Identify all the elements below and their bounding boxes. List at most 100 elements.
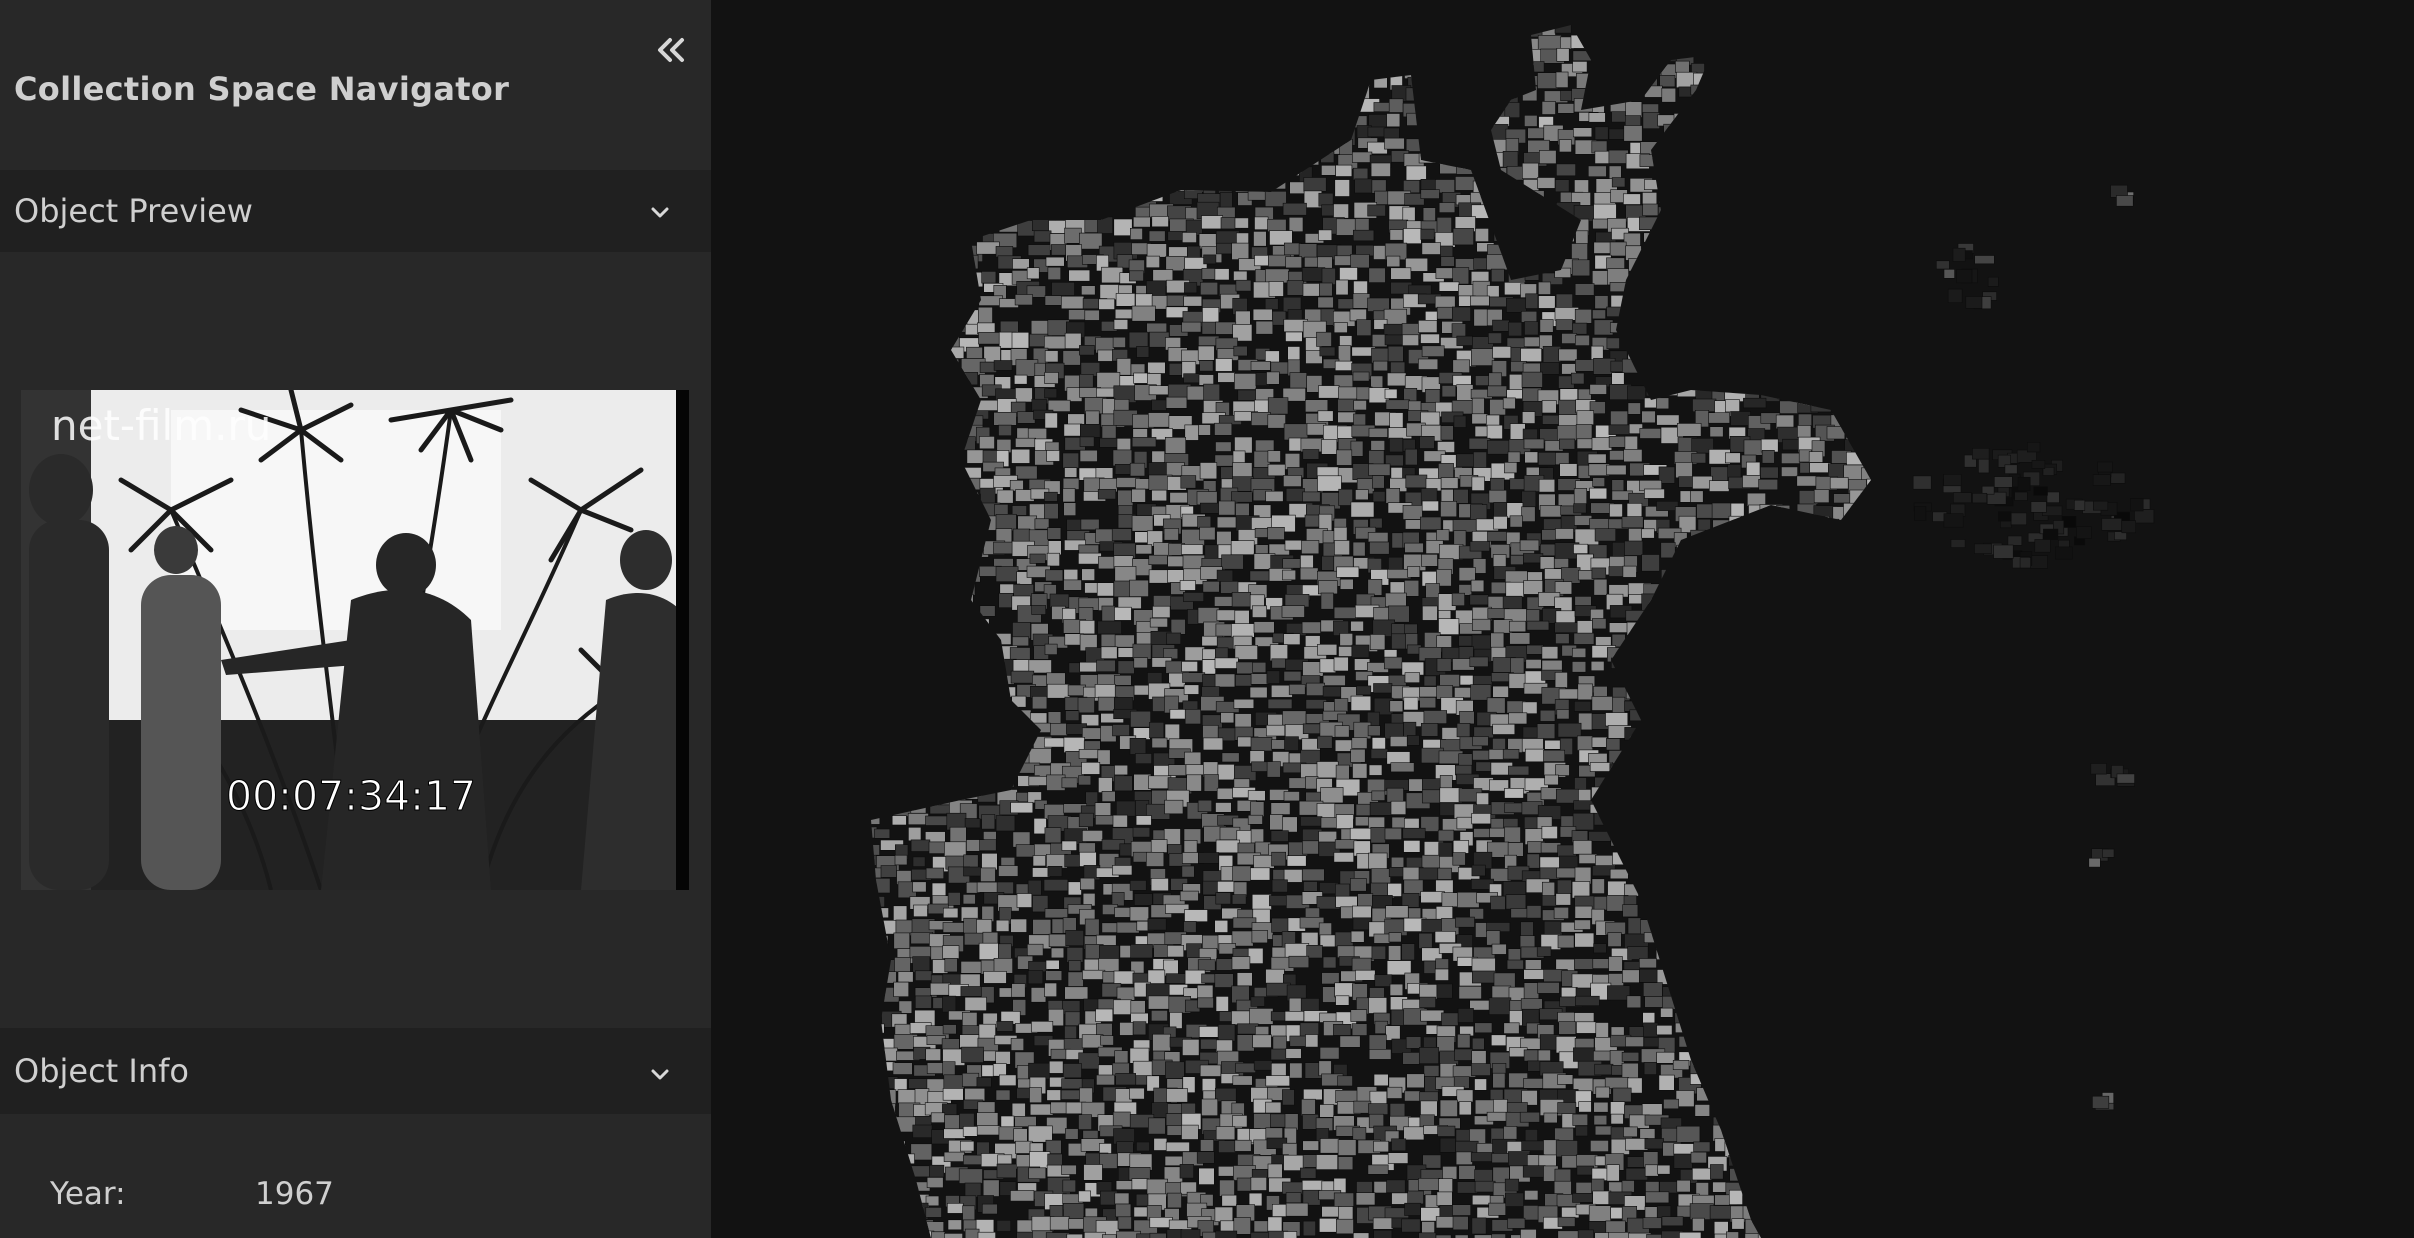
thumbnail[interactable] [1672, 216, 1697, 228]
thumbnail[interactable] [1026, 267, 1040, 280]
thumbnail[interactable] [1183, 295, 1203, 307]
thumbnail[interactable] [1148, 775, 1172, 789]
thumbnail[interactable] [864, 516, 885, 531]
thumbnail[interactable] [1861, 64, 1882, 75]
thumbnail[interactable] [1815, 984, 1831, 996]
thumbnail[interactable] [894, 854, 908, 866]
thumbnail[interactable] [1264, 12, 1286, 30]
thumbnail[interactable] [1627, 385, 1647, 401]
thumbnail[interactable] [1625, 844, 1642, 855]
thumbnail[interactable] [1434, 968, 1449, 981]
thumbnail[interactable] [1165, 1141, 1190, 1152]
thumbnail[interactable] [1866, 1165, 1882, 1178]
thumbnail[interactable] [876, 696, 899, 713]
thumbnail[interactable] [1730, 177, 1752, 192]
thumbnail[interactable] [1049, 593, 1070, 608]
thumbnail[interactable] [1828, 592, 1848, 605]
thumbnail[interactable] [1643, 713, 1662, 727]
thumbnail[interactable] [1745, 280, 1768, 294]
thumbnail[interactable] [1761, 685, 1777, 697]
thumbnail[interactable] [1539, 319, 1554, 333]
thumbnail[interactable] [1048, 1060, 1064, 1074]
thumbnail[interactable] [1862, 348, 1884, 362]
thumbnail[interactable] [913, 388, 928, 404]
thumbnail[interactable] [1131, 488, 1146, 503]
thumbnail[interactable] [1506, 959, 1524, 970]
thumbnail[interactable] [1625, 48, 1644, 63]
thumbnail[interactable] [994, 141, 1019, 159]
thumbnail[interactable] [1845, 427, 1869, 441]
thumbnail[interactable] [1573, 1047, 1596, 1062]
thumbnail[interactable] [1267, 397, 1289, 415]
thumbnail[interactable] [1744, 266, 1765, 281]
thumbnail[interactable] [1338, 646, 1353, 657]
thumbnail[interactable] [1861, 854, 1876, 871]
thumbnail[interactable] [1850, 633, 1869, 644]
thumbnail[interactable] [1695, 920, 1718, 939]
thumbnail[interactable] [858, 944, 872, 958]
thumbnail[interactable] [1389, 983, 1404, 996]
thumbnail[interactable] [1575, 230, 1589, 246]
thumbnail[interactable] [1814, 318, 1833, 335]
thumbnail[interactable] [1606, 647, 1629, 663]
thumbnail[interactable] [1723, 622, 1744, 635]
thumbnail[interactable] [1420, 1100, 1438, 1117]
thumbnail[interactable] [1112, 724, 1130, 737]
thumbnail[interactable] [966, 723, 990, 741]
thumbnail[interactable] [1252, 1034, 1272, 1048]
thumbnail[interactable] [1811, 1088, 1825, 1099]
thumbnail[interactable] [1560, 815, 1574, 828]
thumbnail[interactable] [1247, 790, 1266, 801]
thumbnail[interactable] [1169, 1011, 1183, 1029]
thumbnail[interactable] [1541, 101, 1556, 115]
thumbnail[interactable] [1027, 970, 1044, 985]
thumbnail[interactable] [1196, 48, 1217, 63]
thumbnail[interactable] [1085, 22, 1110, 39]
thumbnail[interactable] [1284, 453, 1301, 470]
thumbnail[interactable] [1456, 384, 1474, 402]
thumbnail[interactable] [1643, 1022, 1659, 1038]
thumbnail[interactable] [1639, 725, 1657, 737]
thumbnail[interactable] [1315, 1154, 1339, 1170]
thumbnail[interactable] [1151, 399, 1167, 411]
thumbnail[interactable] [891, 283, 907, 299]
thumbnail[interactable] [1745, 376, 1761, 392]
thumbnail[interactable] [997, 1154, 1013, 1165]
thumbnail[interactable] [1132, 827, 1151, 838]
thumbnail[interactable] [1436, 658, 1452, 672]
thumbnail[interactable] [873, 1142, 893, 1160]
thumbnail[interactable] [1216, 516, 1238, 529]
thumbnail[interactable] [1152, 1033, 1171, 1052]
thumbnail[interactable] [1775, 815, 1789, 829]
thumbnail[interactable] [1233, 698, 1255, 709]
thumbnail[interactable] [1452, 116, 1477, 129]
thumbnail[interactable] [1828, 735, 1852, 750]
thumbnail[interactable] [1034, 10, 1050, 24]
thumbnail[interactable] [911, 90, 935, 103]
thumbnail[interactable] [1862, 930, 1886, 948]
thumbnail[interactable] [1778, 922, 1797, 936]
thumbnail[interactable] [1795, 722, 1817, 733]
thumbnail[interactable] [1081, 1034, 1104, 1049]
thumbnail[interactable] [863, 504, 878, 522]
thumbnail[interactable] [1776, 283, 1790, 301]
thumbnail[interactable] [1742, 609, 1758, 625]
thumbnail[interactable] [1333, 89, 1357, 102]
thumbnail[interactable] [1117, 660, 1135, 674]
thumbnail[interactable] [1490, 1034, 1507, 1047]
thumbnail[interactable] [1100, 110, 1126, 129]
thumbnail[interactable] [1508, 620, 1527, 633]
thumbnail[interactable] [1761, 449, 1775, 464]
thumbnail[interactable] [927, 168, 945, 184]
thumbnail[interactable] [1493, 231, 1518, 242]
thumbnail[interactable] [1451, 323, 1466, 339]
thumbnail[interactable] [1469, 541, 1490, 552]
thumbnail[interactable] [1859, 246, 1884, 259]
thumbnail[interactable] [1215, 441, 1232, 452]
thumbnail[interactable] [1657, 671, 1676, 687]
thumbnail[interactable] [1726, 1009, 1744, 1021]
thumbnail[interactable] [1797, 34, 1818, 49]
thumbnail[interactable] [1386, 255, 1401, 268]
thumbnail[interactable] [1424, 36, 1440, 54]
thumbnail[interactable] [1765, 1194, 1779, 1210]
